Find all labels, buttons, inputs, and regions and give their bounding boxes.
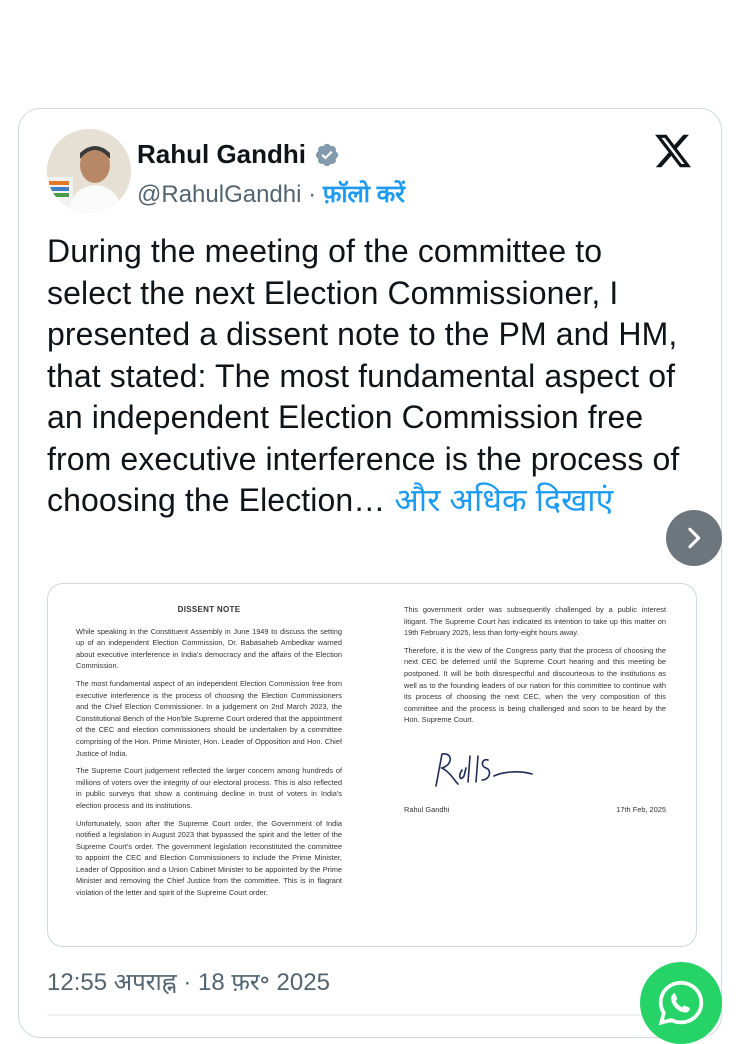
whatsapp-share-button[interactable] bbox=[640, 962, 722, 1044]
verified-badge-icon bbox=[315, 143, 339, 166]
separator-dot: · bbox=[308, 181, 317, 208]
avatar[interactable] bbox=[47, 129, 131, 213]
signature-row: Rahul Gandhi 17th Feb, 2025 bbox=[404, 804, 666, 816]
tweet-text: During the meeting of the committee to s… bbox=[47, 231, 687, 522]
follow-button[interactable]: फ़ॉलो करें bbox=[323, 181, 405, 208]
document-right-column: This government order was subsequently c… bbox=[404, 604, 666, 815]
avatar-photo-icon bbox=[47, 129, 131, 213]
author-handle[interactable]: @RahulGandhi bbox=[137, 181, 301, 208]
document-paragraph: Unfortunately, soon after the Supreme Co… bbox=[76, 818, 342, 898]
next-button[interactable] bbox=[666, 510, 722, 566]
handle-row: @RahulGandhi · फ़ॉलो करें bbox=[137, 177, 405, 210]
document-paragraph: The Supreme Court judgement reflected th… bbox=[76, 766, 342, 810]
document-paragraph: While speaking in the Constituent Assemb… bbox=[76, 626, 342, 671]
x-logo-icon[interactable] bbox=[653, 131, 693, 171]
document-paragraph: This government order was subsequently c… bbox=[404, 605, 666, 638]
document-date: 17th Feb, 2025 bbox=[616, 804, 666, 814]
chevron-right-icon bbox=[688, 527, 701, 549]
whatsapp-icon bbox=[658, 980, 704, 1026]
document-paragraph: Therefore, it is the view of the Congres… bbox=[404, 645, 666, 725]
tweet-timestamp[interactable]: 12:55 अपराह्न · 18 फ़र॰ 2025 bbox=[47, 965, 330, 998]
tweet-card[interactable]: Rahul Gandhi @RahulGandhi · फ़ॉलो करें D… bbox=[18, 108, 722, 1038]
author-name[interactable]: Rahul Gandhi bbox=[137, 139, 340, 170]
tweet-body: During the meeting of the committee to s… bbox=[47, 233, 680, 518]
signatory-name: Rahul Gandhi bbox=[404, 804, 450, 814]
dissent-note-image[interactable]: DISSENT NOTE While speaking in the Const… bbox=[47, 583, 697, 947]
author-name-text: Rahul Gandhi bbox=[137, 139, 306, 169]
document-title: DISSENT NOTE bbox=[177, 605, 241, 614]
document-left-column: DISSENT NOTE While speaking in the Const… bbox=[76, 604, 342, 905]
signature-icon bbox=[435, 753, 533, 787]
divider bbox=[47, 1014, 693, 1016]
show-more-link[interactable]: और अधिक दिखाएं bbox=[394, 482, 613, 518]
document-paragraph: The most fundamental aspect of an indepe… bbox=[76, 678, 342, 758]
